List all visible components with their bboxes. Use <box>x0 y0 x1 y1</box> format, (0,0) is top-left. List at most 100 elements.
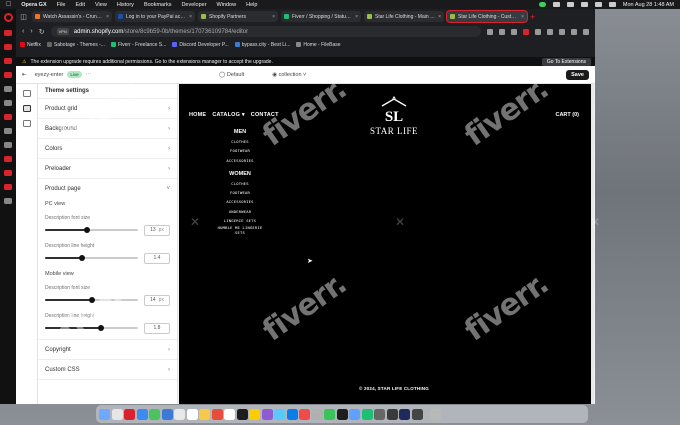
tab-close-icon[interactable]: × <box>438 14 441 20</box>
spotify-tray-icon[interactable] <box>552 2 560 7</box>
snapshot-icon[interactable] <box>487 28 493 35</box>
tab-main-menu[interactable]: Star Life Clothing - Main menu × <box>364 11 444 22</box>
women-lingerie-sets-link[interactable]: LINGERIE SETS <box>215 216 265 225</box>
men-clothes-link[interactable]: CLOTHES <box>215 137 265 146</box>
mobile-line-height-slider[interactable] <box>45 325 138 331</box>
save-button[interactable]: Save <box>566 69 589 80</box>
vpn-badge[interactable]: VPN <box>56 28 69 35</box>
section-copyright[interactable]: Copyright › <box>38 340 177 360</box>
camera-icon[interactable] <box>499 28 505 35</box>
dock-app-icon[interactable] <box>199 408 210 420</box>
tab-customize-active[interactable]: Star Life Clothing - Customize × <box>446 10 528 23</box>
men-footwear-link[interactable]: FOOTWEAR <box>215 146 265 155</box>
dock-app-icon[interactable] <box>149 408 160 420</box>
bookmark-netflix[interactable]: Netflix <box>20 42 41 48</box>
menu-icon[interactable] <box>583 28 589 35</box>
translate-icon[interactable] <box>559 28 565 35</box>
heart-icon[interactable] <box>535 28 541 35</box>
tab-crunchyroll[interactable]: Watch Assassin's - Crunchyroll × <box>32 11 112 22</box>
clock-icon[interactable] <box>4 184 12 190</box>
section-colors[interactable]: Colors › <box>38 139 177 159</box>
bookmark-star-icon[interactable] <box>571 28 577 35</box>
cart-link[interactable]: CART (0) <box>555 112 579 118</box>
dock-app-icon[interactable] <box>399 408 410 420</box>
messenger-icon[interactable] <box>4 72 12 78</box>
menu-view[interactable]: View <box>95 2 107 8</box>
dock-app-icon[interactable] <box>99 408 110 420</box>
dock-app-icon[interactable] <box>224 408 235 420</box>
back-icon[interactable]: ‹ <box>22 28 24 35</box>
sidebar-toggle-icon[interactable]: ◫ <box>18 13 29 21</box>
nav-catalog-link[interactable]: CATALOG ▾ <box>212 112 244 118</box>
dock-app-icon[interactable] <box>136 408 148 420</box>
status-tray-icon[interactable] <box>538 2 546 7</box>
opera-extension-icon[interactable] <box>523 28 529 35</box>
menu-history[interactable]: History <box>117 2 134 8</box>
nav-home-link[interactable]: HOME <box>189 112 206 118</box>
dock-app-icon[interactable] <box>236 408 248 420</box>
dock-app-icon[interactable] <box>349 408 360 420</box>
more-icon[interactable] <box>4 198 12 204</box>
menu-bookmarks[interactable]: Bookmarks <box>144 2 172 8</box>
trash-icon[interactable] <box>430 408 441 420</box>
section-product-page-header[interactable]: Product page ˅ <box>38 179 177 199</box>
nav-contact-link[interactable]: CONTACT <box>251 112 279 118</box>
tab-close-icon[interactable]: × <box>189 14 192 20</box>
tab-close-icon[interactable]: × <box>521 14 524 20</box>
collection-selector[interactable]: ◉ collection ˅ <box>272 72 306 78</box>
section-product-grid[interactable]: Product grid › <box>38 99 177 119</box>
apps-icon[interactable] <box>22 120 31 127</box>
bookmark-discord[interactable]: Discord Developer P... <box>172 42 229 48</box>
discord-icon[interactable] <box>4 100 12 106</box>
tab-shopify-partners[interactable]: Shopify Partners × <box>198 11 278 22</box>
men-heading[interactable]: MEN <box>215 129 265 135</box>
instagram-icon[interactable] <box>4 114 12 120</box>
women-accessories-link[interactable]: ACCESSORIES <box>215 197 265 206</box>
dock-app-icon[interactable] <box>249 408 260 420</box>
slider-knob[interactable] <box>88 297 95 303</box>
men-accessories-link[interactable]: ACCESSORIES <box>215 156 265 165</box>
battery-icon[interactable] <box>566 2 574 7</box>
settings-icon[interactable] <box>547 28 553 35</box>
sections-icon[interactable] <box>22 90 31 97</box>
search-icon[interactable] <box>594 2 602 7</box>
dock-app-icon[interactable] <box>411 408 423 420</box>
menu-edit[interactable]: Edit <box>76 2 85 8</box>
tab-close-icon[interactable]: × <box>272 14 275 20</box>
dock-app-icon[interactable] <box>324 408 335 420</box>
reload-icon[interactable]: ↻ <box>39 28 45 36</box>
menubar-app-name[interactable]: Opera GX <box>21 2 46 8</box>
women-heading[interactable]: WOMEN <box>215 171 265 177</box>
tab-close-icon[interactable]: × <box>106 14 109 20</box>
tab-close-icon[interactable]: × <box>355 14 358 20</box>
humble-me-lingerie-link[interactable]: HUMBLE ME LINGERIE SETS <box>215 225 265 235</box>
dock-app-icon[interactable] <box>374 408 385 420</box>
slider-knob[interactable] <box>79 255 86 261</box>
tab-fiverr[interactable]: Fiverr / Shopping / Status of yo × <box>281 11 361 22</box>
new-tab-icon[interactable]: + <box>530 12 535 22</box>
extensions-icon[interactable] <box>511 28 517 35</box>
control-center-icon[interactable] <box>608 2 616 7</box>
tab-paypal[interactable]: Log in to your PayPal account × <box>115 11 195 22</box>
theme-settings-icon[interactable] <box>22 105 31 112</box>
dock-app-icon[interactable] <box>386 408 398 420</box>
bookmark-sabotage[interactable]: Sabotage - Themes -... <box>46 42 105 48</box>
menu-help[interactable]: Help <box>246 2 257 8</box>
dock-app-icon[interactable] <box>311 408 323 420</box>
exit-icon[interactable]: ⇤ <box>22 72 27 78</box>
dock-app-icon[interactable] <box>111 408 123 420</box>
pc-font-size-input[interactable]: 13 px <box>144 224 170 236</box>
store-logo[interactable]: SL STAR LIFE <box>364 95 424 136</box>
menu-file[interactable]: File <box>57 2 66 8</box>
section-preloader[interactable]: Preloader › <box>38 159 177 179</box>
dock-app-icon[interactable] <box>124 408 135 420</box>
x-twitter-icon[interactable] <box>4 128 12 134</box>
menu-window[interactable]: Window <box>217 2 237 8</box>
url-text[interactable]: admin.shopify.com/store/8c9b59-0b/themes… <box>74 29 248 35</box>
dock-app-icon[interactable] <box>336 408 348 420</box>
apple-menu-icon[interactable]:  <box>6 1 11 8</box>
gx-control-icon[interactable] <box>4 30 12 36</box>
mobile-font-size-input[interactable]: 14 px <box>144 294 170 306</box>
forward-icon[interactable]: › <box>30 28 32 35</box>
wifi-icon[interactable] <box>580 2 588 7</box>
